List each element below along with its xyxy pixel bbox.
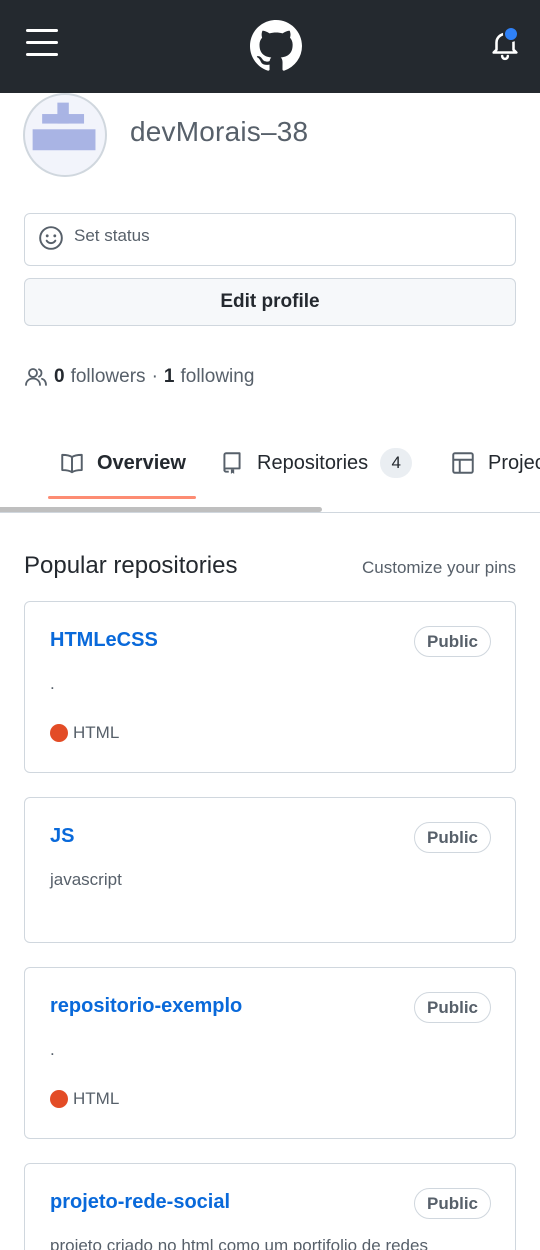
set-status-label: Set status xyxy=(74,226,150,245)
github-logo-icon[interactable] xyxy=(250,20,302,72)
repositories-count-badge: 4 xyxy=(380,448,413,478)
followers-count: 0 xyxy=(54,366,65,387)
edit-profile-button[interactable]: Edit profile xyxy=(24,278,516,326)
repo-description: . xyxy=(50,1040,55,1059)
repo-icon xyxy=(223,452,241,474)
following-link[interactable]: 1 following xyxy=(164,366,255,388)
following-label: following xyxy=(180,366,255,387)
notification-dot xyxy=(503,26,519,42)
smiley-icon xyxy=(39,226,63,250)
profile-tabs: Overview Repositories 4 Projec xyxy=(0,430,540,513)
tab-overview-label: Overview xyxy=(97,451,186,474)
repo-name-link[interactable]: HTMLeCSS xyxy=(50,629,158,652)
language-color-dot xyxy=(50,1090,68,1108)
tab-projects-label: Projec xyxy=(488,451,540,474)
repo-language: HTML xyxy=(50,1089,119,1109)
language-label: HTML xyxy=(73,723,120,742)
tab-repositories-label: Repositories xyxy=(257,451,369,474)
active-tab-indicator xyxy=(48,496,196,499)
visibility-badge: Public xyxy=(413,626,491,657)
following-count: 1 xyxy=(163,366,175,387)
repo-description: projeto criado no html como um portifoli… xyxy=(50,1236,428,1250)
avatar[interactable] xyxy=(23,93,107,177)
set-status-button[interactable]: Set status xyxy=(24,213,516,266)
repo-language: HTML xyxy=(50,723,119,743)
follow-separator: · xyxy=(151,366,158,387)
repo-name-link[interactable]: JS xyxy=(50,825,74,848)
visibility-badge: Public xyxy=(413,822,491,853)
followers-link[interactable]: 0 followers xyxy=(24,365,146,389)
followers-label: followers xyxy=(70,366,146,387)
popular-repositories-heading: Popular repositories xyxy=(24,552,238,579)
repo-name-link[interactable]: repositorio-exemplo xyxy=(50,995,242,1018)
tab-repositories[interactable]: Repositories 4 xyxy=(219,430,413,496)
language-color-dot xyxy=(50,724,68,742)
people-icon xyxy=(25,368,47,386)
repo-card: projeto-rede-social Public projeto criad… xyxy=(24,1163,516,1250)
repo-description: . xyxy=(50,674,55,693)
visibility-badge: Public xyxy=(413,1188,491,1219)
repo-card: JS Public javascript xyxy=(24,797,516,943)
repo-name-link[interactable]: projeto-rede-social xyxy=(50,1191,230,1214)
hamburger-menu-icon[interactable] xyxy=(24,27,60,59)
repo-card: HTMLeCSS Public . HTML xyxy=(24,601,516,773)
follow-stats: 0 followers · 1 following xyxy=(24,364,254,390)
table-icon xyxy=(452,452,474,474)
repo-description: javascript xyxy=(50,870,122,889)
top-header xyxy=(0,0,540,93)
repo-card: repositorio-exemplo Public . HTML xyxy=(24,967,516,1139)
book-icon xyxy=(61,453,83,474)
tab-overview[interactable]: Overview xyxy=(59,430,186,496)
tab-projects[interactable]: Projec xyxy=(450,430,540,496)
visibility-badge: Public xyxy=(413,992,491,1023)
tabs-scrollbar[interactable] xyxy=(0,507,322,512)
language-label: HTML xyxy=(73,1089,120,1108)
customize-pins-link[interactable]: Customize your pins xyxy=(362,558,516,578)
profile-username: devMorais–38 xyxy=(130,116,309,147)
